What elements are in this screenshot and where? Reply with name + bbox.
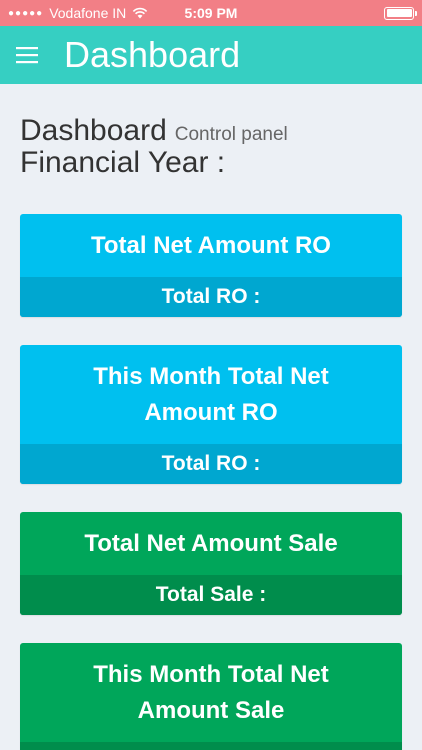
page-subtitle: Control panel <box>174 124 288 145</box>
wifi-icon <box>132 7 148 19</box>
card-title: This Month Total Net Amount Sale <box>93 660 329 724</box>
carrier-name: Vodafone IN <box>49 5 127 21</box>
hamburger-menu-icon[interactable] <box>6 33 48 77</box>
page-title: Dashboard <box>20 114 167 147</box>
total-net-amount-sale-card[interactable]: Total Net Amount Sale Total Sale : <box>20 512 402 615</box>
app-header: Dashboard <box>0 26 422 84</box>
signal-strength-icon: ●●●●● <box>8 7 44 19</box>
page-heading: Dashboard Control panel <box>20 114 402 148</box>
card-footer-link[interactable]: Total Sale : <box>20 575 402 615</box>
status-bar: ●●●●● Vodafone IN 5:09 PM <box>0 0 422 26</box>
card-title: Total Net Amount RO <box>91 231 331 259</box>
card-footer-link[interactable] <box>20 742 402 750</box>
card-footer-link[interactable]: Total RO : <box>20 444 402 484</box>
this-month-total-net-amount-ro-card[interactable]: This Month Total Net Amount RO Total RO … <box>20 345 402 484</box>
card-title: Total Net Amount Sale <box>84 529 338 557</box>
status-left: ●●●●● Vodafone IN <box>8 5 148 21</box>
total-net-amount-ro-card[interactable]: Total Net Amount RO Total RO : <box>20 214 402 317</box>
battery-level <box>386 9 412 17</box>
financial-year-label: Financial Year : <box>20 146 226 179</box>
this-month-total-net-amount-sale-card[interactable]: This Month Total Net Amount Sale <box>20 643 402 750</box>
main-content: Dashboard Control panel Financial Year : <box>0 84 422 180</box>
card-title: This Month Total Net Amount RO <box>93 362 329 426</box>
battery-icon <box>384 6 417 20</box>
card-footer-link[interactable]: Total RO : <box>20 277 402 317</box>
app-title: Dashboard <box>64 34 241 75</box>
